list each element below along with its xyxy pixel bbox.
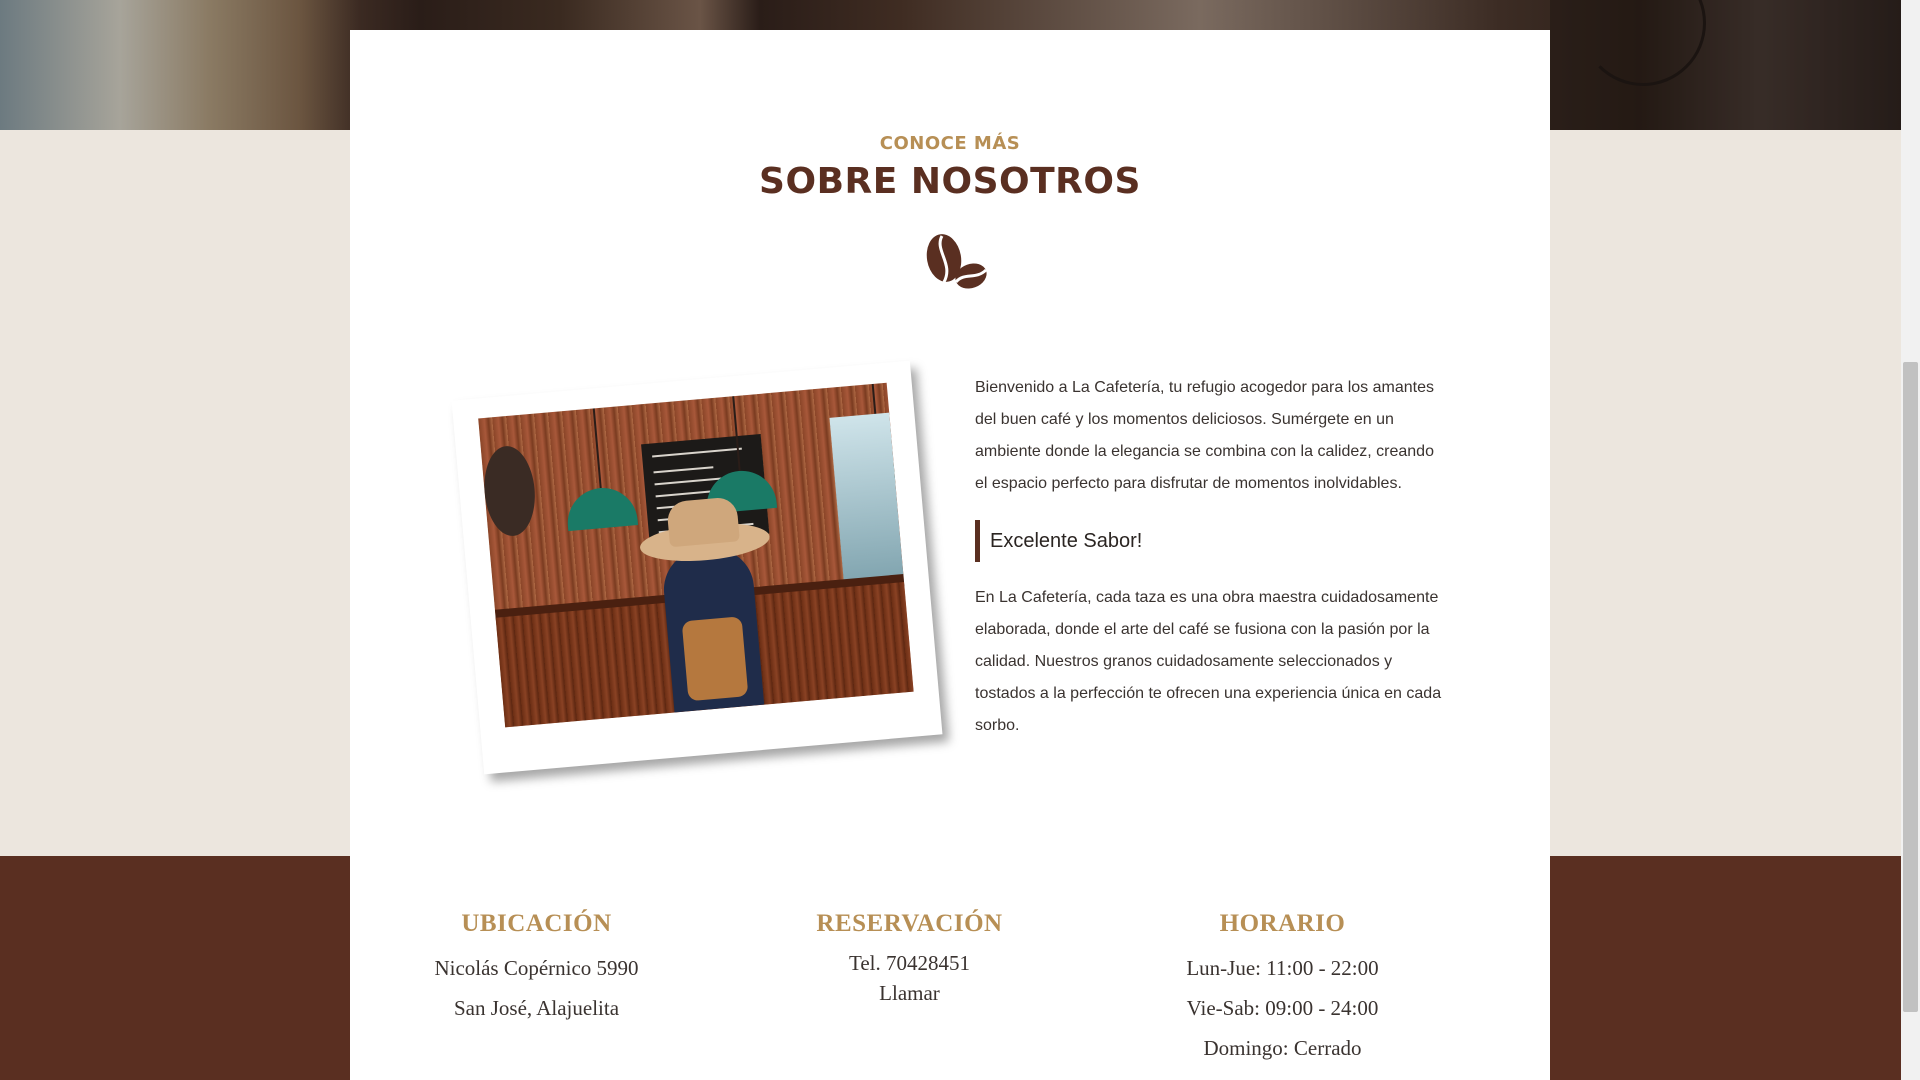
about-card: CONOCE MÁS SOBRE NOSOTROS Bienvenido a L… [350, 30, 1550, 1080]
about-intro: Bienvenido a La Cafetería, tu refugio ac… [975, 379, 1434, 492]
cafe-interior-image [478, 382, 914, 728]
hours-title: HORARIO [1219, 910, 1346, 937]
address-line: Nicolás Copérnico 5990 [434, 956, 639, 980]
reservation-block: RESERVACIÓN Tel. 70428451 Llamar [723, 910, 1096, 1008]
address-line: San José, Alajuelita [453, 996, 620, 1020]
wall-fan [480, 444, 539, 539]
coffee-beans-icon [926, 234, 988, 289]
cafe-polaroid-photo [451, 360, 943, 775]
backpack [681, 616, 749, 702]
call-link[interactable]: Llamar [723, 978, 1096, 1008]
section-eyebrow: CONOCE MÁS [879, 133, 1021, 154]
hat-crown [666, 496, 740, 548]
location-block: UBICACIÓN Nicolás Copérnico 5990 San Jos… [350, 910, 723, 1028]
hours-line: Domingo: Cerrado [1203, 1036, 1362, 1060]
about-body: En La Cafetería, cada taza es una obra m… [975, 589, 1442, 734]
cafe-window [829, 412, 905, 588]
phone-number: Tel. 70428451 [848, 951, 971, 975]
scrollbar-thumb[interactable] [1903, 362, 1918, 1012]
location-title: UBICACIÓN [461, 910, 612, 937]
about-subheading: Excelente Sabor! [975, 520, 1450, 562]
pendant-lamp [564, 485, 639, 532]
hours-block: HORARIO Lun-Jue: 11:00 - 22:00 Vie-Sab: … [1096, 910, 1469, 1068]
about-text: Bienvenido a La Cafetería, tu refugio ac… [975, 372, 1450, 742]
hours-line: Lun-Jue: 11:00 - 22:00 [1186, 956, 1379, 980]
reservation-title: RESERVACIÓN [816, 910, 1003, 937]
section-title: SOBRE NOSOTROS [759, 161, 1141, 202]
hours-line: Vie-Sab: 09:00 - 24:00 [1186, 996, 1379, 1020]
